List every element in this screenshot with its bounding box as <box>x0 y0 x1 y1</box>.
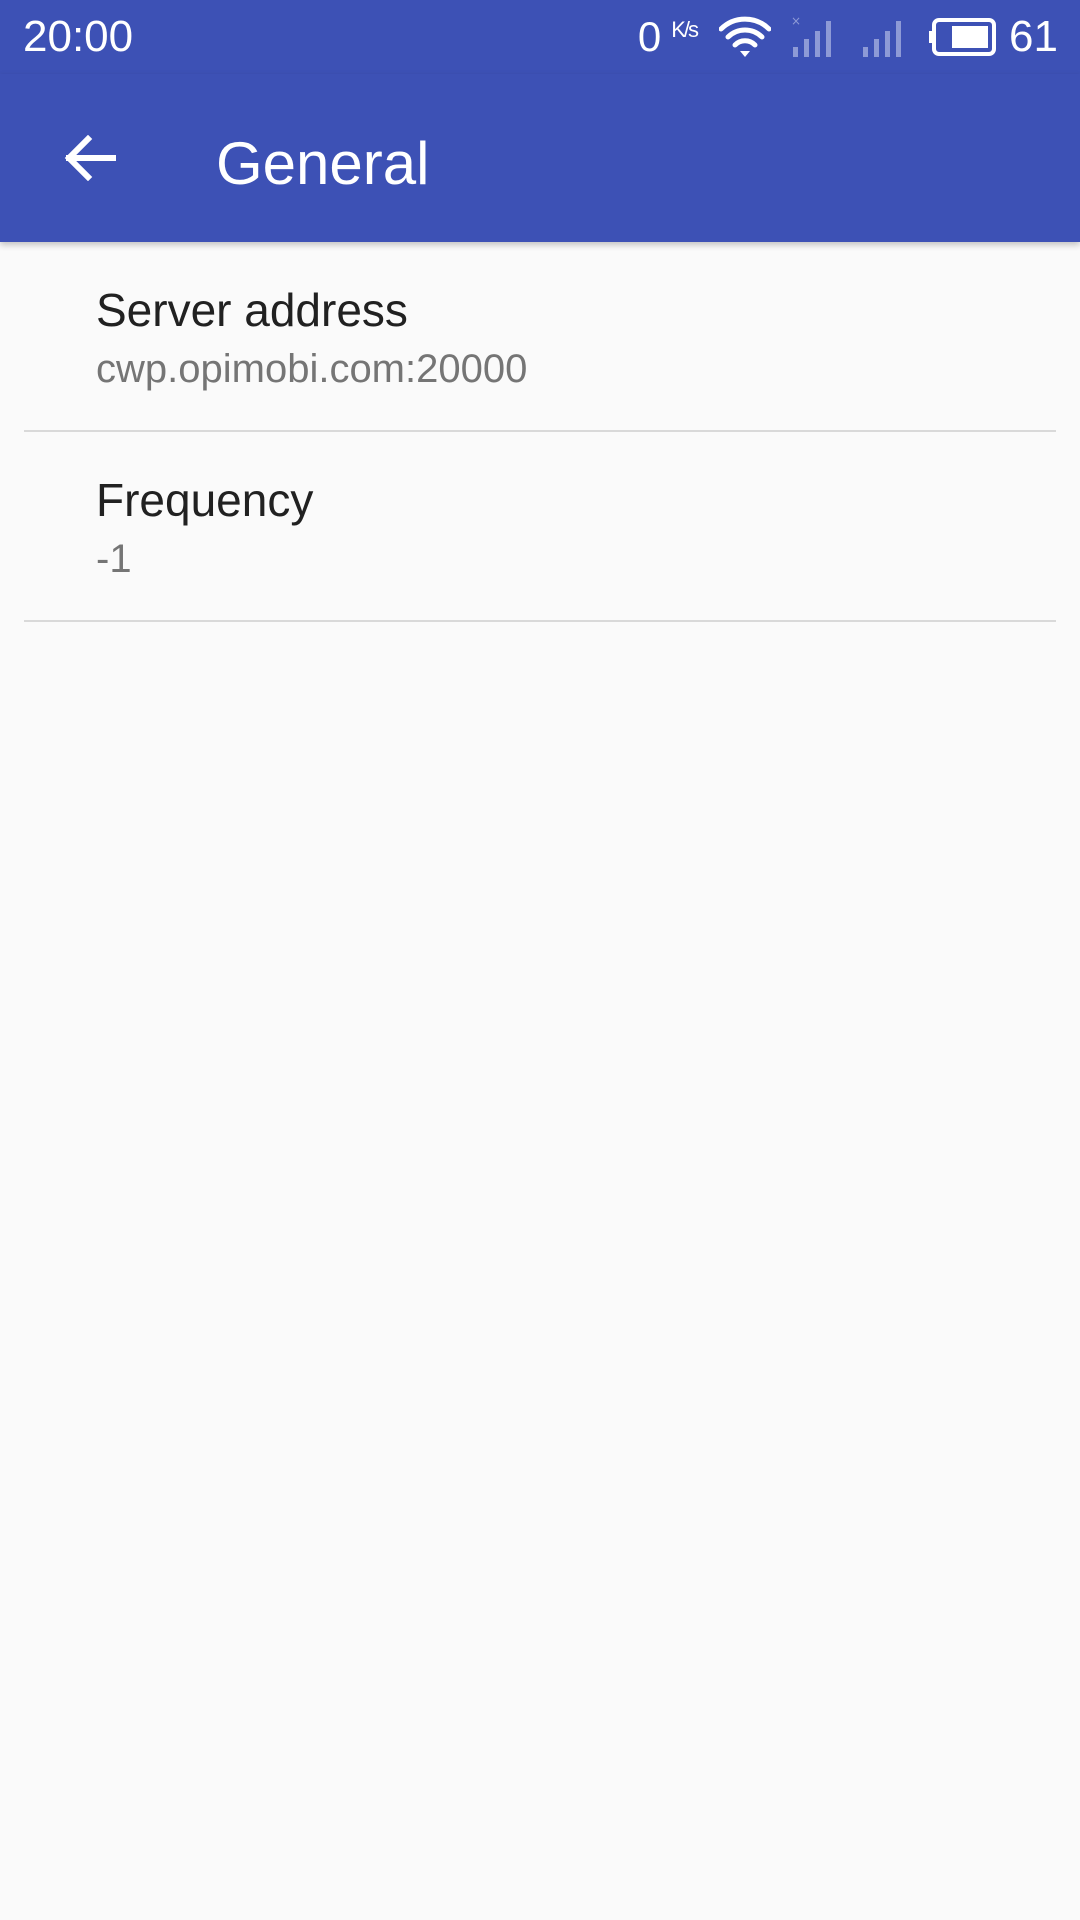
signal-icon: × <box>789 15 841 59</box>
back-button[interactable] <box>40 108 140 208</box>
status-icons: 0 K/s × 61 <box>638 10 1058 64</box>
wifi-icon <box>719 15 772 59</box>
battery-level: 61 <box>1009 12 1058 61</box>
preference-summary: cwp.opimobi.com:20000 <box>96 347 528 391</box>
status-time: 20:00 <box>23 12 134 61</box>
preference-frequency[interactable]: Frequency -1 <box>0 432 1080 622</box>
app-toolbar: General <box>0 74 1080 242</box>
battery-icon <box>929 18 997 56</box>
settings-screen: 20:00 0 K/s × 61 General Server address … <box>0 0 1080 1920</box>
preference-summary: -1 <box>96 537 132 581</box>
network-speed: 0 K/s <box>637 12 699 62</box>
network-speed-value: 0 <box>637 13 662 60</box>
preference-title: Server address <box>96 284 408 336</box>
preference-list: Server address cwp.opimobi.com:20000 Fre… <box>0 242 1080 622</box>
network-speed-unit: K/s <box>671 17 699 42</box>
signal-icon <box>859 15 911 59</box>
arrow-back-icon <box>64 135 116 181</box>
page-title: General <box>216 130 430 197</box>
divider <box>24 620 1056 622</box>
preference-title: Frequency <box>96 474 314 526</box>
preference-server-address[interactable]: Server address cwp.opimobi.com:20000 <box>0 242 1080 432</box>
status-bar: 20:00 0 K/s × 61 <box>0 0 1080 74</box>
svg-text:×: × <box>791 15 801 28</box>
